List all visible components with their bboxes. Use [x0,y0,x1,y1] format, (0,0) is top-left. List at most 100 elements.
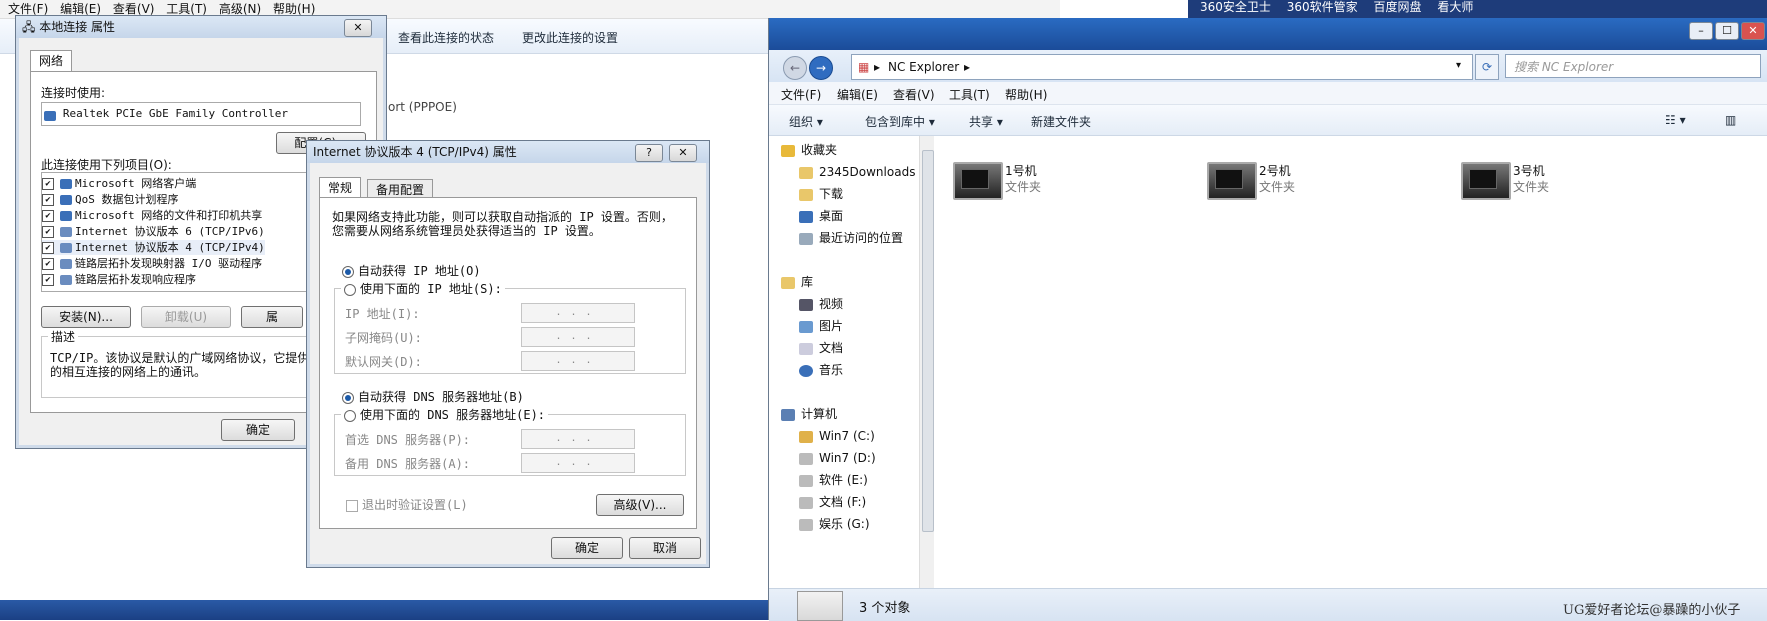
checkbox-icon[interactable]: ✔ [42,242,54,254]
checkbox-icon[interactable]: ✔ [42,210,54,222]
tab-general[interactable]: 常规 [319,177,362,198]
menu-view[interactable]: 查看(V) [893,86,935,103]
close-icon[interactable]: ✕ [669,144,697,162]
taskbar-item[interactable]: 看大师 [1437,0,1473,14]
nav-desktop[interactable]: 桌面 [799,206,843,226]
radio-icon[interactable] [342,265,354,278]
ipv4-ok-button[interactable]: 确定 [551,537,623,559]
explorer-menubar: 文件(F) 编辑(E) 查看(V) 工具(T) 帮助(H) [769,82,1767,105]
nav-drive-d[interactable]: Win7 (D:) [799,448,876,468]
close-icon[interactable]: ✕ [344,19,372,37]
help-icon[interactable]: ? [635,144,663,162]
folder-icon: ▦ [858,60,870,74]
share-button[interactable]: 共享 ▾ [969,113,1003,130]
preview-pane-icon[interactable]: ▥ [1725,113,1736,127]
back-icon[interactable]: ← [783,56,807,80]
breadcrumb-chevron-icon[interactable]: ▸ [874,60,880,74]
properties-button[interactable]: 属 [241,306,303,328]
preferred-dns-field[interactable]: ... [521,429,635,449]
forward-icon[interactable]: → [809,56,833,80]
view-status-link[interactable]: 查看此连接的状态 [398,29,494,46]
close-icon[interactable]: ✕ [1741,22,1765,40]
breadcrumb-chevron-icon[interactable]: ▸ [964,60,970,74]
nav-scrollbar[interactable] [919,136,934,588]
change-settings-link[interactable]: 更改此连接的设置 [522,29,618,46]
explorer-titlebar: – ☐ ✕ [769,18,1767,50]
checkbox-icon[interactable]: ✔ [42,258,54,270]
install-button[interactable]: 安装(N)... [41,306,131,328]
manual-ip-radio[interactable]: 使用下面的 IP 地址(S): [341,280,505,297]
list-item[interactable]: ✔ Microsoft 网络客户端 [42,176,196,191]
desktop-icon [799,210,813,223]
nav-drive-g[interactable]: 娱乐 (G:) [799,514,870,534]
folder-item[interactable]: 1号机 文件夹 [953,160,1183,210]
minimize-icon[interactable]: – [1689,22,1713,40]
radio-icon[interactable] [344,283,356,296]
nav-videos[interactable]: 视频 [799,294,843,314]
checkbox-icon[interactable]: ✔ [42,178,54,190]
breadcrumb-nc-explorer[interactable]: NC Explorer [888,60,959,74]
nav-pictures[interactable]: 图片 [799,316,843,336]
validate-checkbox[interactable]: 退出时验证设置(L) [346,496,468,513]
organize-button[interactable]: 组织 ▾ [789,113,823,130]
include-library-button[interactable]: 包含到库中 ▾ [865,113,935,130]
alternate-dns-field[interactable]: ... [521,453,635,473]
maximize-icon[interactable]: ☐ [1715,22,1739,40]
list-item[interactable]: ✔ 链路层拓扑发现响应程序 [42,272,196,287]
folder-name: 2号机 [1259,164,1291,178]
taskbar-item[interactable]: 百度网盘 [1373,0,1421,14]
folder-item[interactable]: 3号机 文件夹 [1461,160,1691,210]
nav-music[interactable]: 音乐 [799,360,843,380]
tab-alternate-config[interactable]: 备用配置 [367,179,434,198]
checkbox-icon[interactable]: ✔ [42,226,54,238]
nav-drive-f[interactable]: 文档 (F:) [799,492,866,512]
nav-drive-c[interactable]: Win7 (C:) [799,426,875,446]
tab-network[interactable]: 网络 [30,50,73,71]
uninstall-button[interactable]: 卸载(U) [141,306,231,328]
taskbar-item[interactable]: 360安全卫士 [1200,0,1271,14]
nav-libraries[interactable]: 库 [781,272,813,292]
search-input[interactable]: 搜索 NC Explorer [1505,54,1761,78]
menu-tools[interactable]: 工具(T) [949,86,990,103]
list-item[interactable]: ✔ QoS 数据包计划程序 [42,192,179,207]
subnet-mask-field[interactable]: ... [521,327,635,347]
nav-favorites[interactable]: 收藏夹 [781,140,837,160]
list-item[interactable]: ✔ Microsoft 网络的文件和打印机共享 [42,208,262,223]
nav-computer[interactable]: 计算机 [781,404,837,424]
nav-recent-places[interactable]: 最近访问的位置 [799,228,903,248]
menu-file[interactable]: 文件(F) [781,86,821,103]
nav-drive-e[interactable]: 软件 (E:) [799,470,868,490]
manual-dns-radio[interactable]: 使用下面的 DNS 服务器地址(E): [341,406,549,423]
menu-edit[interactable]: 编辑(E) [837,86,878,103]
nav-documents[interactable]: 文档 [799,338,843,358]
address-field[interactable]: ▦ ▸ NC Explorer ▸ ▾ [851,54,1473,80]
gateway-field[interactable]: ... [521,351,635,371]
view-options-icon[interactable]: ☷ ▾ [1665,113,1686,127]
folder-item[interactable]: 2号机 文件夹 [1207,160,1437,210]
ipv4-cancel-button[interactable]: 取消 [629,537,701,559]
list-item[interactable]: ✔ 链路层拓扑发现映射器 I/O 驱动程序 [42,256,262,271]
address-dropdown-icon[interactable]: ▾ [1456,60,1461,71]
checkbox-icon[interactable]: ✔ [42,274,54,286]
taskbar-item[interactable]: 360软件管家 [1287,0,1358,14]
auto-ip-radio[interactable]: 自动获得 IP 地址(O) [342,262,481,279]
refresh-icon[interactable]: ⟳ [1475,54,1499,80]
list-item-selected[interactable]: ✔ Internet 协议版本 4 (TCP/IPv4) [42,240,265,255]
subnet-mask-label: 子网掩码(U): [345,331,422,345]
ip-address-field[interactable]: ... [521,303,635,323]
auto-dns-radio[interactable]: 自动获得 DNS 服务器地址(B) [342,388,524,405]
folder-type: 文件夹 [1513,180,1550,194]
client-icon [60,179,72,189]
menu-help[interactable]: 帮助(H) [1005,86,1047,103]
lan-ok-button[interactable]: 确定 [221,419,295,441]
scrollbar-thumb[interactable] [922,150,934,532]
nav-2345downloads[interactable]: 2345Downloads [799,162,915,182]
new-folder-button[interactable]: 新建文件夹 [1031,113,1091,130]
radio-icon[interactable] [344,409,356,422]
list-item[interactable]: ✔ Internet 协议版本 6 (TCP/IPv6) [42,224,265,239]
radio-icon[interactable] [342,391,354,404]
checkbox-icon[interactable] [346,499,358,512]
advanced-button[interactable]: 高级(V)... [596,494,684,516]
nav-downloads[interactable]: 下载 [799,184,843,204]
checkbox-icon[interactable]: ✔ [42,194,54,206]
